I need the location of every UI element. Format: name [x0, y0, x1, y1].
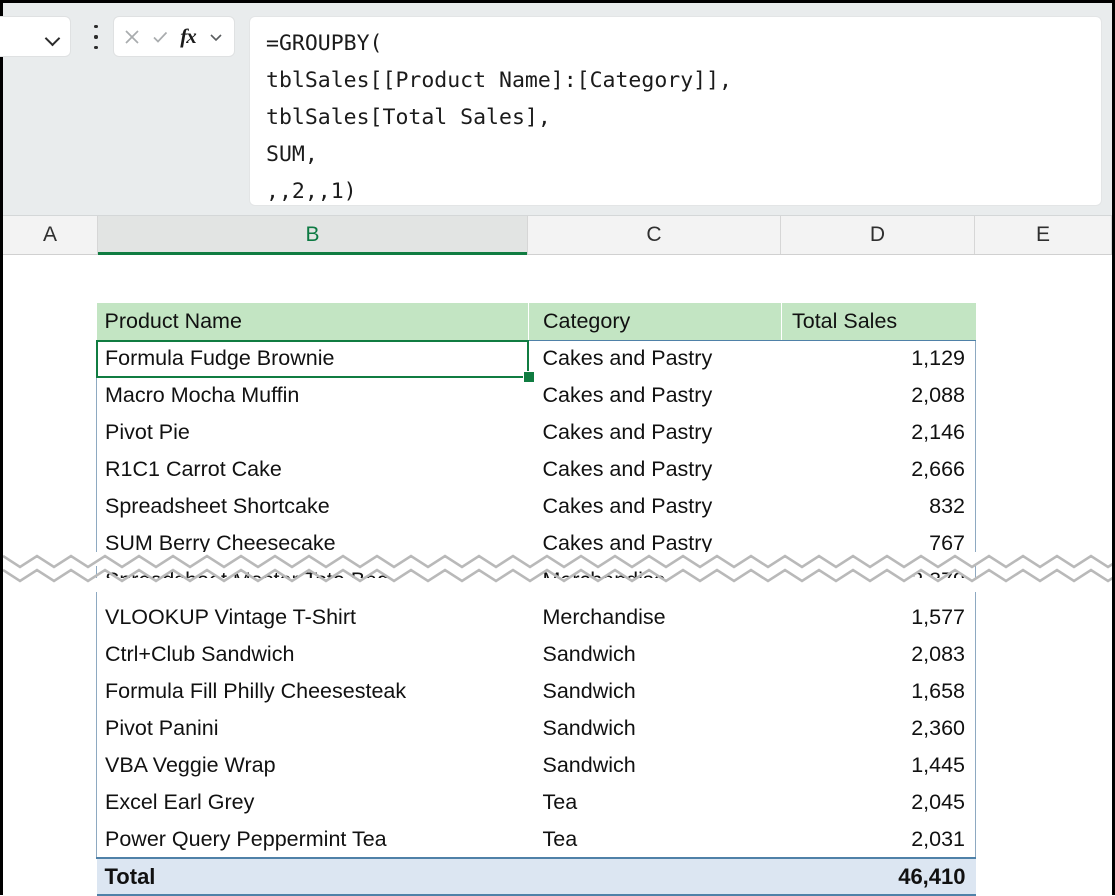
cell-total-sales[interactable]: 1,129 — [781, 340, 976, 377]
table-row[interactable]: Formula Fudge Brownie Cakes and Pastry 1,1… — [96, 340, 976, 377]
cell-category[interactable]: Cakes and Pastry — [528, 525, 782, 562]
table-row[interactable]: Pivot Pie Cakes and Pastry 2,146 — [96, 414, 976, 451]
cell-product-name[interactable]: Pivot Panini — [96, 710, 529, 747]
table-row[interactable]: Power Query Peppermint Tea Tea 2,031 — [96, 821, 976, 858]
cell-total-sales[interactable]: 2,146 — [781, 414, 976, 451]
cell-product-name[interactable]: Spreadsheet Shortcake — [96, 488, 529, 525]
formula-bar-strip: fx =GROUPBY( tblSales[[Product Name]:[Ca… — [0, 3, 1112, 216]
cell-category[interactable]: Sandwich — [528, 673, 782, 710]
chevron-down-icon[interactable] — [203, 23, 229, 51]
cell-category[interactable]: Sandwich — [528, 747, 782, 784]
cell-product-name[interactable]: Power Query Peppermint Tea — [96, 821, 529, 858]
total-row-category — [528, 857, 782, 896]
table-row[interactable]: SUM Berry Cheesecake Cakes and Pastry 767 — [96, 525, 976, 562]
table-row[interactable]: Excel Earl Grey Tea 2,045 — [96, 784, 976, 821]
column-header-c[interactable]: C — [528, 216, 781, 254]
fx-insert-function-icon[interactable]: fx — [175, 23, 201, 51]
table-body: Formula Fudge Brownie Cakes and Pastry 1,1… — [96, 340, 976, 858]
table-row[interactable]: VBA Veggie Wrap Sandwich 1,445 — [96, 747, 976, 784]
column-header-a[interactable]: A — [3, 216, 98, 254]
table-row[interactable]: Ctrl+Club Sandwich Sandwich 2,083 — [96, 636, 976, 673]
cell-total-sales[interactable]: 1,658 — [781, 673, 976, 710]
check-icon[interactable] — [147, 23, 173, 51]
cell-total-sales[interactable]: 2,083 — [781, 636, 976, 673]
close-x-icon[interactable] — [119, 23, 145, 51]
cell-category[interactable]: Cakes and Pastry — [528, 488, 782, 525]
table-row[interactable]: Formula Fill Philly Cheesesteak Sandwich 1… — [96, 673, 976, 710]
cell-product-name[interactable]: SUM Berry Cheesecake — [96, 525, 529, 562]
table-row[interactable]: Spreadsheet Shortcake Cakes and Pastry 832 — [96, 488, 976, 525]
column-header-category[interactable]: Category — [528, 303, 782, 341]
cell-category[interactable]: Tea — [528, 821, 782, 858]
total-row-label: Total — [96, 857, 529, 896]
cell-product-name[interactable]: VLOOKUP Vintage T-Shirt — [96, 599, 529, 636]
fill-handle[interactable] — [523, 371, 535, 383]
cell-category[interactable]: Sandwich — [528, 636, 782, 673]
cell-product-name[interactable]: Spreadsheet Master Tote Bag — [96, 562, 529, 599]
cell-total-sales[interactable]: 2,666 — [781, 451, 976, 488]
cell-product-name[interactable]: Ctrl+Club Sandwich — [96, 636, 529, 673]
cell-category[interactable]: Sandwich — [528, 710, 782, 747]
cell-total-sales[interactable]: 2,031 — [781, 821, 976, 858]
groupby-result-table: Product Name Category Total Sales Formul… — [96, 303, 976, 896]
table-footer: Total 46,410 — [96, 857, 976, 896]
cell-category[interactable]: Cakes and Pastry — [528, 377, 782, 414]
table-header: Product Name Category Total Sales — [96, 303, 976, 341]
cell-category[interactable]: Cakes and Pastry — [528, 414, 782, 451]
cell-product-name[interactable]: Formula Fudge Brownie — [96, 340, 529, 377]
cell-product-name[interactable]: VBA Veggie Wrap — [96, 747, 529, 784]
table-row[interactable]: Macro Mocha Muffin Cakes and Pastry 2,088 — [96, 377, 976, 414]
cell-total-sales[interactable]: 2,045 — [781, 784, 976, 821]
formula-input[interactable]: =GROUPBY( tblSales[[Product Name]:[Categ… — [249, 16, 1102, 206]
cell-product-name[interactable]: Pivot Pie — [96, 414, 529, 451]
formula-text: =GROUPBY( tblSales[[Product Name]:[Categ… — [266, 31, 732, 204]
cell-total-sales[interactable]: 2,360 — [781, 710, 976, 747]
column-header-row: A B C D E — [3, 216, 1112, 255]
cell-total-sales[interactable]: 2,088 — [781, 377, 976, 414]
cell-category[interactable]: Cakes and Pastry — [528, 340, 782, 377]
total-row[interactable]: Total 46,410 — [96, 857, 976, 896]
table-row[interactable]: Spreadsheet Master Tote Bag Merchandise 2,… — [96, 562, 976, 599]
table-header-row: Product Name Category Total Sales — [96, 303, 976, 341]
cell-total-sales[interactable]: 767 — [781, 525, 976, 562]
column-header-e[interactable]: E — [975, 216, 1112, 254]
total-row-value: 46,410 — [781, 857, 976, 896]
chevron-down-icon[interactable] — [45, 29, 61, 45]
table-row[interactable]: R1C1 Carrot Cake Cakes and Pastry 2,666 — [96, 451, 976, 488]
cell-category[interactable]: Tea — [528, 784, 782, 821]
kebab-menu-icon[interactable] — [91, 25, 101, 49]
cell-product-name[interactable]: Macro Mocha Muffin — [96, 377, 529, 414]
cell-category[interactable]: Merchandise — [528, 599, 782, 636]
column-header-d[interactable]: D — [781, 216, 975, 254]
cell-category[interactable]: Cakes and Pastry — [528, 451, 782, 488]
cell-product-name[interactable]: Excel Earl Grey — [96, 784, 529, 821]
table-row[interactable]: VLOOKUP Vintage T-Shirt Merchandise 1,577 — [96, 599, 976, 636]
name-box[interactable] — [0, 16, 71, 57]
excel-screenshot: fx =GROUPBY( tblSales[[Product Name]:[Ca… — [0, 0, 1115, 896]
cell-product-name[interactable]: R1C1 Carrot Cake — [96, 451, 529, 488]
cell-total-sales[interactable]: 1,445 — [781, 747, 976, 784]
column-header-b[interactable]: B — [98, 216, 528, 255]
cell-product-name[interactable]: Formula Fill Philly Cheesesteak — [96, 673, 529, 710]
column-header-total-sales[interactable]: Total Sales — [781, 303, 976, 341]
worksheet-grid[interactable]: Product Name Category Total Sales Formul… — [3, 255, 1112, 896]
formula-actions-group: fx — [113, 16, 235, 57]
cell-total-sales[interactable]: 2,379 — [781, 562, 976, 599]
column-header-product-name[interactable]: Product Name — [96, 303, 529, 341]
cell-total-sales[interactable]: 1,577 — [781, 599, 976, 636]
table-row[interactable]: Pivot Panini Sandwich 2,360 — [96, 710, 976, 747]
cell-total-sales[interactable]: 832 — [781, 488, 976, 525]
cell-category[interactable]: Merchandise — [528, 562, 782, 599]
